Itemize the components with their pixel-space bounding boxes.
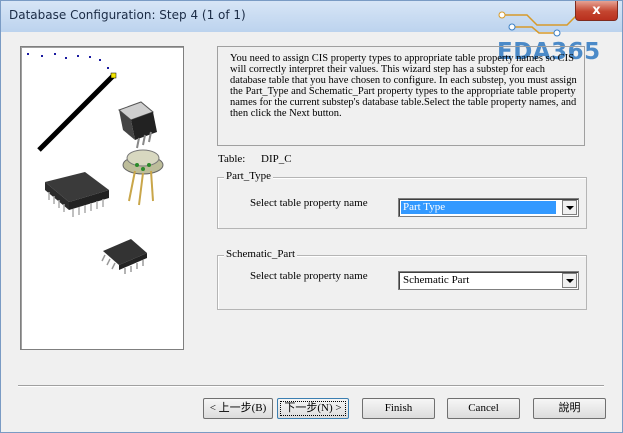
window-title: Database Configuration: Step 4 (1 of 1) — [9, 8, 246, 22]
table-label: Table: — [218, 153, 246, 165]
schematic-part-legend: Schematic_Part — [224, 248, 298, 260]
schematic-part-select[interactable]: Schematic Part — [398, 271, 579, 290]
chevron-down-icon[interactable] — [562, 273, 577, 288]
wizard-illustration — [20, 46, 184, 350]
finish-button[interactable]: Finish — [362, 398, 435, 419]
instructions-box: You need to assign CIS property types to… — [217, 46, 585, 146]
cancel-button[interactable]: Cancel — [447, 398, 520, 419]
part-type-legend: Part_Type — [224, 170, 274, 182]
schematic-part-selected-value: Schematic Part — [403, 274, 470, 286]
part-type-field-label: Select table property name — [250, 197, 368, 209]
back-button[interactable]: < 上一步(B) — [203, 398, 273, 419]
part-type-selected-value: Part Type — [401, 201, 556, 214]
part-type-group: Part_Type Select table property name Par… — [217, 170, 587, 229]
next-button[interactable]: 下一步(N) > — [277, 398, 349, 419]
dialog-window: Database Configuration: Step 4 (1 of 1) … — [0, 0, 623, 433]
schematic-part-field-label: Select table property name — [250, 270, 368, 282]
part-type-select[interactable]: Part Type — [398, 198, 579, 217]
help-button[interactable]: 說明 — [533, 398, 606, 419]
schematic-part-group: Schematic_Part Select table property nam… — [217, 248, 587, 310]
instructions-text: You need to assign CIS property types to… — [230, 53, 577, 119]
chevron-down-icon[interactable] — [562, 200, 577, 215]
table-name: DIP_C — [261, 153, 292, 165]
close-button[interactable]: x — [575, 1, 618, 21]
title-bar[interactable]: Database Configuration: Step 4 (1 of 1) … — [1, 1, 622, 37]
button-separator — [18, 385, 604, 387]
